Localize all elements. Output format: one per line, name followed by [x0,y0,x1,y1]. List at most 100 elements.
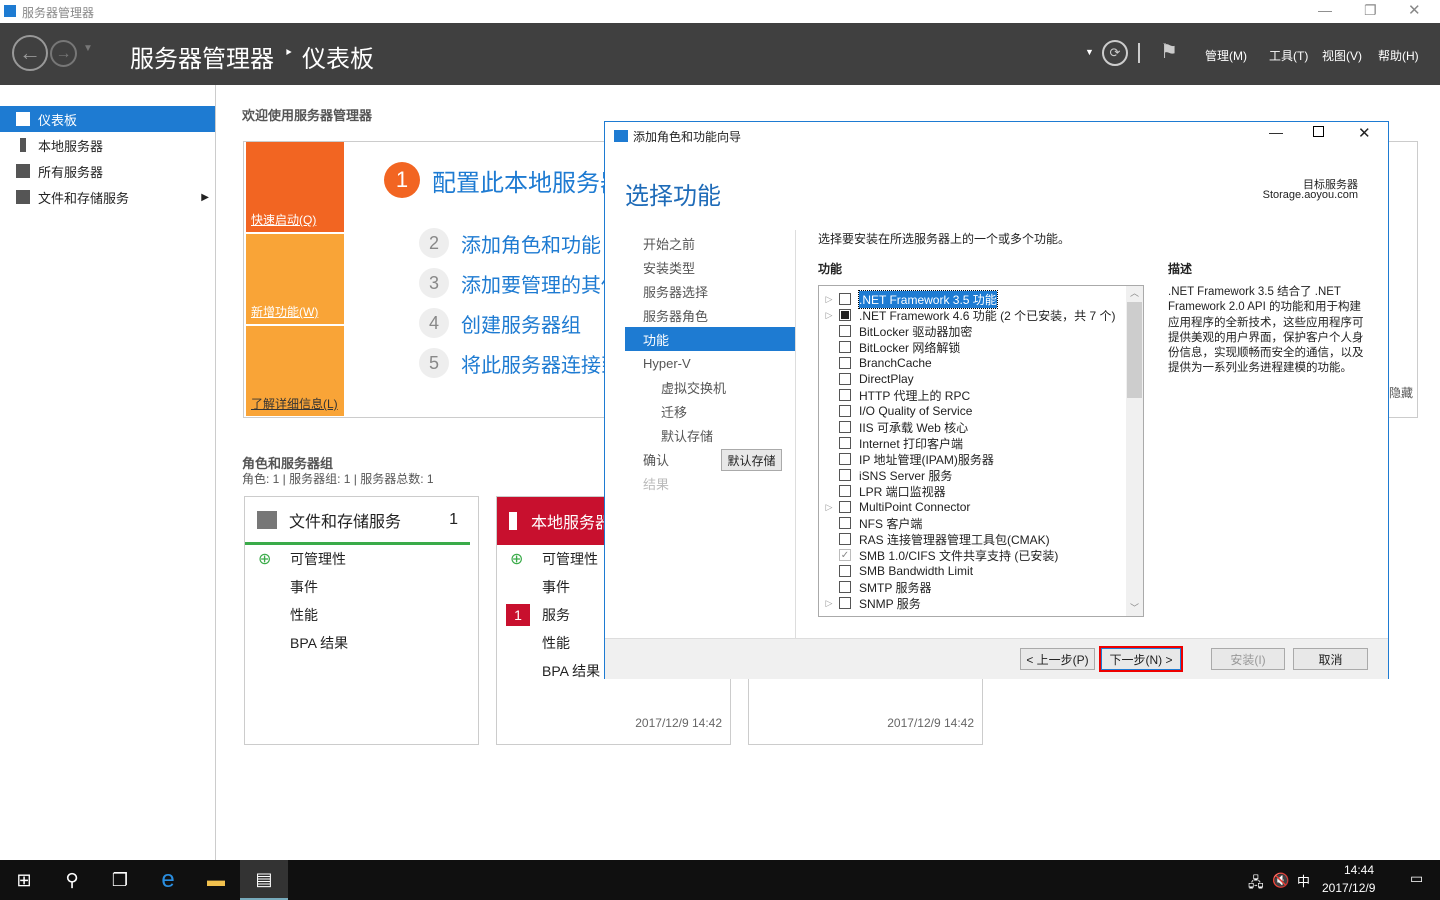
feature-item[interactable]: LPR 端口监视器 [819,483,1143,499]
nav-installation-type[interactable]: 安装类型 [625,255,796,279]
nav-server-roles[interactable]: 服务器角色 [625,303,796,327]
scrollbar-thumb[interactable] [1127,302,1142,398]
nav-virtual-switches[interactable]: 虚拟交换机 [625,375,796,399]
card-row[interactable]: 事件 [542,577,570,597]
back-icon[interactable]: ← [12,35,48,71]
maximize-button[interactable] [1313,126,1324,137]
nav-default-stores[interactable]: 默认存储 [625,423,796,447]
sidebar-item-dashboard[interactable]: 仪表板 [0,106,215,132]
close-button[interactable]: ✕ [1358,124,1371,142]
feature-checkbox[interactable] [839,469,851,481]
feature-checkbox[interactable] [839,293,851,305]
expand-icon[interactable]: ▷ [819,294,839,305]
sidebar-item-file-storage[interactable]: 文件和存储服务 ▶ [0,184,215,210]
chevron-right-icon[interactable]: ▶ [201,192,209,203]
close-button[interactable]: ✕ [1408,1,1421,19]
refresh-icon[interactable]: ⟳ [1102,40,1128,66]
feature-item[interactable]: HTTP 代理上的 RPC [819,387,1143,403]
expand-icon[interactable]: ▷ [819,502,839,513]
feature-checkbox[interactable] [839,421,851,433]
network-icon[interactable]: 🖧 [1248,872,1264,896]
step-add-roles[interactable]: 2 添加角色和功能 [419,228,601,258]
clock-date[interactable]: 2017/12/9 [1322,881,1375,895]
task-view-icon[interactable]: ❐ [96,860,144,900]
feature-item[interactable]: NFS 客户端 [819,515,1143,531]
feature-item[interactable]: SMB Bandwidth Limit [819,563,1143,579]
nav-hyper-v[interactable]: Hyper-V [625,351,796,375]
feature-item[interactable]: iSNS Server 服务 [819,467,1143,483]
tile-learn-more[interactable]: 了解详细信息(L) [246,326,344,416]
hide-link[interactable]: 隐藏 [1389,384,1413,401]
next-button[interactable]: 下一步(N) > [1099,646,1183,672]
restore-button[interactable]: ❐ [1364,2,1377,19]
tile-whats-new[interactable]: 新增功能(W) [246,234,344,324]
feature-checkbox[interactable] [839,389,851,401]
start-button[interactable]: ⊞ [0,860,48,900]
feature-checkbox[interactable] [839,533,851,545]
feature-item[interactable]: BitLocker 网络解锁 [819,339,1143,355]
feature-checkbox[interactable] [839,341,851,353]
feature-checkbox[interactable] [839,437,851,449]
scrollbar[interactable]: ︿ ﹀ [1126,286,1143,616]
feature-item[interactable]: ✓ SMB 1.0/CIFS 文件共享支持 (已安装) [819,547,1143,563]
expand-icon[interactable]: ▷ [819,598,839,609]
card-row[interactable]: 性能 [542,633,570,653]
card-row[interactable]: BPA 结果 [290,633,348,653]
card-row[interactable]: 可管理性 [542,549,598,569]
feature-item[interactable]: SMTP 服务器 [819,579,1143,595]
feature-checkbox[interactable] [839,565,851,577]
card-row[interactable]: 性能 [290,605,318,625]
nav-features[interactable]: 功能 [625,327,796,351]
sidebar-item-all-servers[interactable]: 所有服务器 [0,158,215,184]
card-row[interactable]: 事件 [290,577,318,597]
expand-icon[interactable]: ▷ [819,310,839,321]
feature-item[interactable]: I/O Quality of Service [819,403,1143,419]
nav-server-selection[interactable]: 服务器选择 [625,279,796,303]
cancel-button[interactable]: 取消 [1293,648,1368,670]
feature-item[interactable]: IP 地址管理(IPAM)服务器 [819,451,1143,467]
feature-checkbox[interactable] [839,309,851,321]
feature-item[interactable]: ▷ MultiPoint Connector [819,499,1143,515]
card-row[interactable]: BPA 结果 [542,661,600,681]
feature-checkbox[interactable] [839,325,851,337]
feature-checkbox[interactable] [839,485,851,497]
feature-checkbox[interactable] [839,373,851,385]
menu-help[interactable]: 帮助(H) [1378,47,1419,64]
card-row[interactable]: 服务 [542,605,570,625]
feature-checkbox[interactable] [839,357,851,369]
feature-item[interactable]: ▷ .NET Framework 4.6 功能 (2 个已安装，共 7 个) [819,307,1143,323]
history-dropdown-icon[interactable]: ▼ [83,43,93,54]
feature-checkbox[interactable]: ✓ [839,549,851,561]
feature-checkbox[interactable] [839,453,851,465]
notifications-flag-icon[interactable]: ⚑ [1160,39,1178,64]
card-row[interactable]: 可管理性 [290,549,346,569]
feature-item[interactable]: Internet 打印客户端 [819,435,1143,451]
clock-time[interactable]: 14:44 [1344,863,1374,877]
feature-checkbox[interactable] [839,405,851,417]
sidebar-item-local-server[interactable]: 本地服务器 [0,132,215,158]
file-explorer-icon[interactable]: ▬ [192,860,240,900]
tile-quick-start[interactable]: 快速启动(Q) [246,142,344,232]
feature-item[interactable]: BitLocker 驱动器加密 [819,323,1143,339]
role-card-file-storage[interactable]: 文件和存储服务 1 ⊕ 可管理性 事件 性能 BPA 结果 [244,496,479,745]
feature-item[interactable]: ▷ SNMP 服务 [819,595,1143,611]
feature-item[interactable]: BranchCache [819,355,1143,371]
step-configure-local[interactable]: 1 配置此本地服务器 [384,162,624,198]
feature-checkbox[interactable] [839,501,851,513]
server-manager-taskbar-icon[interactable]: ▤ [240,860,288,900]
ie-icon[interactable]: e [144,860,192,900]
feature-item[interactable]: IIS 可承载 Web 核心 [819,419,1143,435]
minimize-button[interactable]: — [1318,2,1332,18]
feature-item[interactable]: RAS 连接管理器管理工具包(CMAK) [819,531,1143,547]
feature-checkbox[interactable] [839,517,851,529]
minimize-button[interactable]: — [1269,124,1283,140]
feature-item[interactable]: DirectPlay [819,371,1143,387]
feature-checkbox[interactable] [839,581,851,593]
breadcrumb-app[interactable]: 服务器管理器 [130,39,274,74]
feature-item[interactable]: ▷ .NET Framework 3.5 功能 [819,289,1143,309]
search-icon[interactable]: ⚲ [48,860,96,900]
menu-manage[interactable]: 管理(M) [1205,47,1247,64]
menu-view[interactable]: 视图(V) [1322,47,1362,64]
step-create-group[interactable]: 4 创建服务器组 [419,308,581,338]
previous-button[interactable]: < 上一步(P) [1020,648,1095,670]
